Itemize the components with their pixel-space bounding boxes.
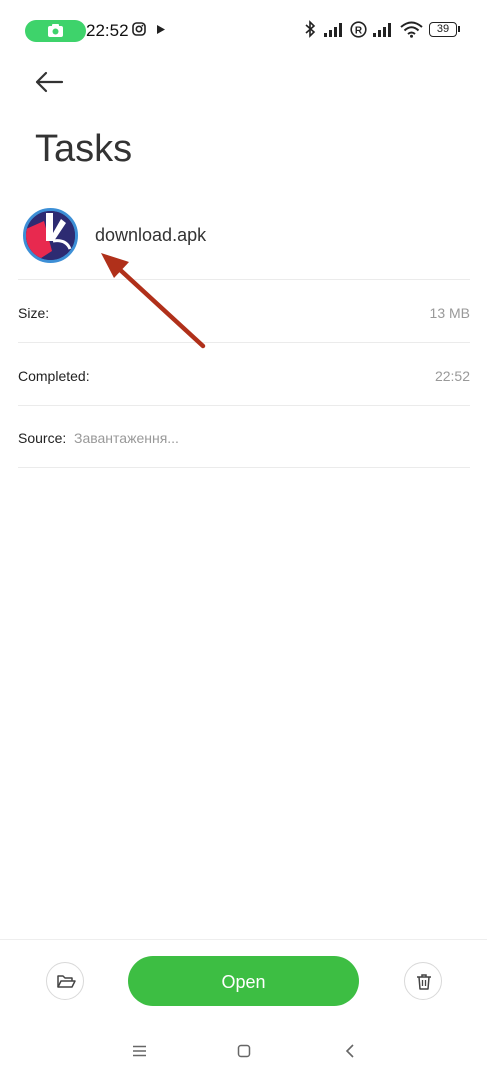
trash-icon [417, 974, 431, 990]
file-row: download.apk [0, 202, 487, 272]
source-row: Source: Завантаження... [18, 430, 470, 460]
menu-icon[interactable] [132, 1045, 147, 1057]
app-icon [23, 208, 78, 263]
folder-open-icon [57, 975, 76, 988]
completed-value: 22:52 [434, 368, 470, 384]
screen-recorder-pill[interactable] [25, 20, 86, 42]
status-bar: 22:52 R 39 [0, 0, 487, 60]
wifi-icon [400, 21, 423, 38]
completed-label: Completed: [18, 368, 90, 384]
open-folder-button[interactable] [46, 962, 84, 1000]
battery-indicator: 39 [429, 22, 460, 37]
status-time: 22:52 [86, 21, 129, 40]
bluetooth-icon [305, 20, 316, 38]
play-icon [157, 25, 165, 34]
signal-icon [324, 23, 342, 37]
source-value: Завантаження... [74, 430, 179, 446]
instagram-icon [132, 22, 146, 36]
svg-text:R: R [355, 26, 363, 37]
page-title: Tasks [35, 128, 133, 170]
registered-icon: R [350, 21, 367, 38]
camera-icon [48, 24, 63, 37]
file-name: download.apk [95, 225, 207, 245]
divider [18, 467, 470, 468]
home-square-icon[interactable] [237, 1044, 251, 1058]
size-value: 13 MB [429, 305, 470, 321]
divider [18, 405, 470, 406]
arrow-left-icon [35, 71, 64, 93]
size-row: Size: 13 MB [18, 305, 470, 335]
back-button[interactable] [33, 66, 69, 100]
source-label: Source: [18, 430, 67, 446]
open-button[interactable]: Open [128, 956, 359, 1006]
completed-row: Completed: 22:52 [18, 368, 470, 398]
size-label: Size: [18, 305, 50, 321]
divider [18, 342, 470, 343]
signal-icon-2 [373, 23, 391, 37]
annotation-arrow [101, 253, 206, 349]
delete-button[interactable] [404, 962, 442, 1000]
divider [18, 279, 470, 280]
system-nav-bar [0, 1036, 487, 1066]
chevron-left-icon[interactable] [345, 1043, 355, 1059]
